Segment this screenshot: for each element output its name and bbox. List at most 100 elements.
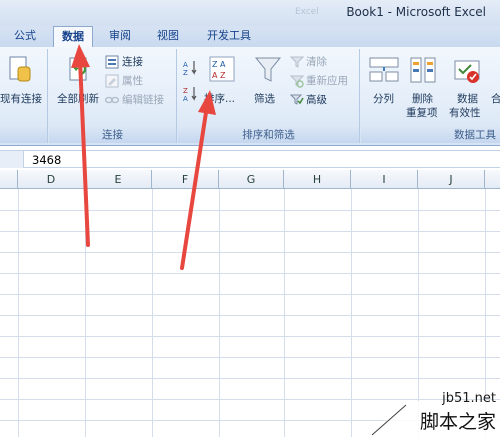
sort-az-button[interactable]: A Z — [182, 59, 200, 77]
connections-group-label: 连接 — [49, 127, 176, 143]
refresh-all-button[interactable]: 全部刷新 — [53, 53, 103, 111]
grid-column-line — [219, 189, 220, 437]
column-header-i[interactable]: I — [351, 170, 418, 189]
window-title: Book1 - Microsoft Excel — [346, 5, 486, 19]
consolidate-button[interactable]: 合 — [489, 53, 500, 111]
properties-button[interactable]: 属性 — [105, 73, 175, 89]
filter-icon — [254, 57, 282, 82]
column-header-partial-right[interactable] — [485, 170, 500, 189]
column-header-e[interactable]: E — [85, 170, 152, 189]
svg-text:A: A — [183, 61, 188, 69]
sort-za-icon: Z A — [183, 87, 197, 103]
svg-text:Z A: Z A — [212, 60, 226, 69]
sort-za-button[interactable]: Z A — [182, 85, 200, 103]
refresh-all-label: 全部刷新 — [57, 93, 99, 105]
watermark-name: 脚本之家 — [419, 411, 496, 433]
edit-links-button[interactable]: 编辑链接 — [105, 92, 175, 108]
name-box-edge[interactable] — [0, 151, 24, 168]
grid-row-line — [0, 273, 500, 274]
text-to-columns-icon — [369, 57, 399, 82]
grid-column-line — [85, 189, 86, 437]
tab-review[interactable]: 审阅 — [102, 26, 138, 47]
reapply-label: 重新应用 — [306, 75, 348, 87]
tab-developer[interactable]: 开发工具 — [200, 26, 258, 47]
get-external-data-group: 现有连接 — [0, 49, 48, 143]
title-bar: Excel Book1 - Microsoft Excel — [0, 0, 500, 26]
clear-label: 清除 — [306, 56, 327, 68]
advanced-button[interactable]: 高级 — [290, 92, 360, 108]
svg-text:Z: Z — [183, 69, 188, 77]
grid-column-line — [152, 189, 153, 437]
tab-view[interactable]: 视图 — [150, 26, 186, 47]
data-validation-icon — [454, 60, 480, 83]
grid-row-line — [0, 357, 500, 358]
column-header-h[interactable]: H — [284, 170, 351, 189]
advanced-label: 高级 — [306, 94, 327, 106]
properties-label: 属性 — [122, 75, 143, 87]
sort-label: 排序... — [204, 93, 236, 105]
remove-duplicates-icon — [410, 57, 436, 83]
grid-row-line — [0, 378, 500, 379]
remove-duplicates-label-1: 删除 — [412, 93, 433, 105]
data-validation-label-1: 数据 — [457, 93, 478, 105]
advanced-filter-icon — [290, 94, 304, 105]
data-tools-group: 分列 删除 重复项 数据 有效性 合 数据工具 — [361, 49, 500, 143]
column-header-g[interactable]: G — [219, 170, 284, 189]
reapply-icon — [290, 75, 304, 88]
connections-label: 连接 — [122, 56, 143, 68]
column-header-f[interactable]: F — [152, 170, 219, 189]
data-validation-label-2: 有效性 — [449, 107, 481, 119]
grid-row-line — [0, 315, 500, 316]
filter-button[interactable]: 筛选 — [250, 53, 286, 107]
clear-filter-icon — [290, 56, 304, 68]
tab-formulas[interactable]: 公式 — [8, 26, 42, 47]
column-header-partial[interactable] — [0, 170, 18, 189]
text-to-columns-button[interactable]: 分列 — [365, 53, 401, 111]
existing-connections-button[interactable]: 现有连接 — [0, 53, 46, 111]
refresh-all-icon — [69, 57, 87, 81]
grid-column-line — [18, 189, 19, 437]
sort-dialog-icon: Z A A Z — [209, 56, 235, 82]
remove-duplicates-button[interactable]: 删除 重复项 — [403, 53, 443, 119]
consolidate-label: 合 — [491, 93, 500, 105]
grid-row-line — [0, 336, 500, 337]
column-header-j[interactable]: J — [418, 170, 485, 189]
group-label-partial — [0, 127, 47, 143]
filter-label: 筛选 — [254, 93, 275, 105]
grid-column-line — [284, 189, 285, 437]
edit-links-icon — [105, 96, 119, 104]
ribbon: 现有连接 全部刷新 连接 属性 编辑链接 连接 A Z Z A Z A A Z … — [0, 47, 500, 146]
svg-text:Z: Z — [183, 87, 188, 95]
grid-column-line — [351, 189, 352, 437]
svg-text:A Z: A Z — [212, 71, 226, 80]
grid-row-line — [0, 210, 500, 211]
sort-az-icon: A Z — [183, 61, 197, 77]
remove-duplicates-label-2: 重复项 — [406, 107, 438, 119]
properties-icon — [105, 74, 119, 88]
ribbon-tabs: 公式 数据 审阅 视图 开发工具 — [0, 26, 500, 47]
formula-bar: 3468 — [0, 150, 500, 168]
data-tools-group-label: 数据工具 — [361, 127, 500, 143]
grid-row-line — [0, 231, 500, 232]
clear-button[interactable]: 清除 — [290, 54, 360, 70]
reapply-button[interactable]: 重新应用 — [290, 73, 360, 89]
existing-connections-label: 现有连接 — [0, 93, 42, 105]
column-headers: D E F G H I J — [0, 170, 500, 189]
tab-data[interactable]: 数据 — [53, 26, 93, 47]
svg-text:A: A — [183, 95, 188, 103]
connections-group: 全部刷新 连接 属性 编辑链接 连接 — [49, 49, 177, 143]
watermark: jb51.net 脚本之家 — [368, 391, 500, 437]
formula-input[interactable]: 3468 — [32, 153, 61, 167]
sort-filter-group-label: 排序和筛选 — [178, 127, 359, 143]
connections-button[interactable]: 连接 — [105, 54, 175, 70]
sort-filter-group: A Z Z A Z A A Z 排序... 筛选 清除 重新应用 高级 排序和筛… — [178, 49, 360, 143]
column-header-d[interactable]: D — [18, 170, 85, 189]
data-validation-button[interactable]: 数据 有效性 — [447, 53, 491, 119]
grid-row-line — [0, 252, 500, 253]
window-title-faded: Excel — [295, 7, 319, 17]
edit-links-label: 编辑链接 — [122, 94, 164, 106]
text-to-columns-label: 分列 — [373, 93, 394, 105]
grid-row-line — [0, 294, 500, 295]
sort-button[interactable]: Z A A Z 排序... — [204, 53, 246, 107]
connections-icon — [105, 55, 119, 69]
